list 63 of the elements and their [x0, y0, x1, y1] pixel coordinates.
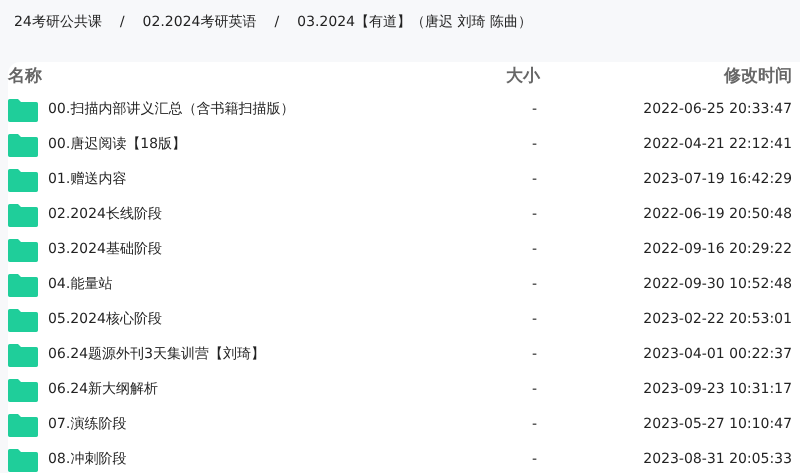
breadcrumb-link[interactable]: 24考研公共课: [14, 12, 102, 32]
file-name: 03.2024基础阶段: [48, 240, 162, 259]
file-size: -: [530, 170, 538, 189]
folder-icon: [8, 202, 38, 226]
file-name: 00.扫描内部讲义汇总（含书籍扫描版）: [48, 100, 294, 119]
modified-time: 2023-05-27 10:10:47: [642, 415, 793, 434]
file-row[interactable]: 06.24题源外刊3天集训营【刘琦】 - 2023-04-01 00:22:37: [8, 337, 800, 372]
column-header: 修改时间: [722, 65, 793, 88]
folder-icon: [8, 448, 38, 472]
file-row[interactable]: 08.冲刺阶段 - 2023-08-31 20:05:33: [8, 442, 800, 473]
modified-time: 2023-07-19 16:42:29: [642, 170, 793, 189]
file-row[interactable]: 04.能量站 - 2022-09-30 10:52:48: [8, 267, 800, 302]
file-name: 06.24题源外刊3天集训营【刘琦】: [48, 345, 265, 364]
modified-time: 2023-09-23 10:31:17: [642, 380, 793, 399]
file-size: -: [530, 310, 538, 329]
file-name: 08.冲刺阶段: [48, 450, 126, 469]
modified-time: 2022-06-19 20:50:48: [642, 205, 793, 224]
file-row[interactable]: 00.扫描内部讲义汇总（含书籍扫描版） - 2022-06-25 20:33:47: [8, 92, 800, 127]
breadcrumb-separator: /: [274, 12, 280, 32]
file-name: 06.24新大纲解析: [48, 380, 158, 399]
file-name: 04.能量站: [48, 275, 112, 294]
modified-time: 2023-04-01 00:22:37: [642, 345, 793, 364]
breadcrumb-separator: /: [120, 12, 125, 32]
folder-icon: [8, 378, 38, 402]
modified-time: 2022-09-16 20:29:22: [642, 240, 793, 259]
modified-time: 2022-04-21 22:12:41: [642, 135, 793, 154]
file-size: -: [530, 205, 538, 224]
column-header: 大小: [505, 65, 540, 88]
folder-icon: [8, 272, 38, 296]
file-size: -: [530, 100, 538, 119]
modified-time: 2023-02-22 20:53:01: [642, 310, 793, 329]
file-row[interactable]: 03.2024基础阶段 - 2022-09-16 20:29:22: [8, 232, 800, 267]
file-size: -: [530, 450, 538, 469]
file-size: -: [530, 380, 538, 399]
file-size: -: [530, 415, 538, 434]
folder-icon: [8, 238, 38, 262]
file-name: 01.赠送内容: [48, 170, 126, 189]
folder-icon: [8, 412, 38, 436]
file-size: -: [530, 135, 538, 154]
file-size: -: [530, 240, 538, 259]
file-row[interactable]: 05.2024核心阶段 - 2023-02-22 20:53:01: [8, 302, 800, 337]
file-name: 00.唐迟阅读【18版】: [48, 135, 186, 154]
file-row[interactable]: 00.唐迟阅读【18版】 - 2022-04-21 22:12:41: [8, 127, 800, 162]
file-size: -: [530, 275, 538, 294]
file-row[interactable]: 02.2024长线阶段 - 2022-06-19 20:50:48: [8, 197, 800, 232]
file-row[interactable]: 01.赠送内容 - 2023-07-19 16:42:29: [8, 162, 800, 197]
folder-icon: [8, 168, 38, 192]
file-size: -: [530, 345, 538, 364]
file-name: 05.2024核心阶段: [48, 310, 162, 329]
breadcrumb-link[interactable]: 03.2024【有道】（唐迟 刘琦 陈曲）: [297, 12, 532, 32]
file-row[interactable]: 06.24新大纲解析 - 2023-09-23 10:31:17: [8, 372, 800, 407]
breadcrumb-link[interactable]: 02.2024考研英语: [142, 12, 256, 32]
column-header: 名称: [8, 65, 43, 88]
folder-icon: [8, 132, 38, 156]
file-name: 07.演练阶段: [48, 415, 126, 434]
modified-time: 2022-06-25 20:33:47: [642, 100, 793, 119]
modified-time: 2022-09-30 10:52:48: [642, 275, 793, 294]
modified-time: 2023-08-31 20:05:33: [642, 450, 793, 469]
folder-icon: [8, 98, 38, 122]
folder-icon: [8, 308, 38, 332]
folder-icon: [8, 342, 38, 366]
file-row[interactable]: 07.演练阶段 - 2023-05-27 10:10:47: [8, 407, 800, 442]
file-name: 02.2024长线阶段: [48, 205, 162, 224]
